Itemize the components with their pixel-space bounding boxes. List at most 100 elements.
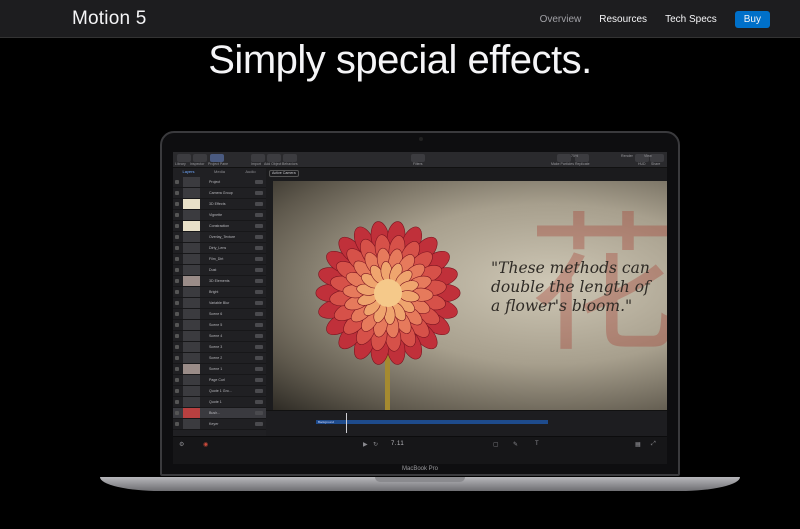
layer-row[interactable]: Dust <box>173 265 266 276</box>
tab-audio[interactable]: Audio <box>235 168 266 176</box>
layer-row[interactable]: Scene 4 <box>173 331 266 342</box>
layer-visibility-checkbox[interactable] <box>175 411 179 415</box>
layer-row[interactable]: Scene 3 <box>173 342 266 353</box>
layer-visibility-checkbox[interactable] <box>175 268 179 272</box>
layer-visibility-checkbox[interactable] <box>175 367 179 371</box>
brand-title[interactable]: Motion 5 <box>72 8 146 30</box>
layer-lock-icon[interactable] <box>255 400 263 404</box>
layer-row[interactable]: Quote 1 Gro... <box>173 386 266 397</box>
layer-row[interactable]: Bright <box>173 287 266 298</box>
layer-row[interactable]: Bush... <box>173 408 266 419</box>
layer-lock-icon[interactable] <box>255 389 263 393</box>
playhead[interactable] <box>346 413 347 433</box>
behaviors-icon[interactable] <box>283 154 297 162</box>
layer-visibility-checkbox[interactable] <box>175 235 179 239</box>
layer-row[interactable]: Vignette <box>173 210 266 221</box>
layer-lock-icon[interactable] <box>255 367 263 371</box>
inspector-icon[interactable] <box>193 154 207 162</box>
layer-visibility-checkbox[interactable] <box>175 246 179 250</box>
view-menu[interactable]: View <box>644 154 652 158</box>
layer-row[interactable]: Page Curl <box>173 375 266 386</box>
layer-visibility-checkbox[interactable] <box>175 191 179 195</box>
layer-lock-icon[interactable] <box>255 323 263 327</box>
record-icon[interactable]: ◉ <box>203 441 208 448</box>
layer-lock-icon[interactable] <box>255 191 263 195</box>
layer-lock-icon[interactable] <box>255 224 263 228</box>
gear-icon[interactable]: ⚙ <box>179 441 184 448</box>
layer-visibility-checkbox[interactable] <box>175 334 179 338</box>
layer-row[interactable]: Scene 1 <box>173 364 266 375</box>
layer-row[interactable]: Project <box>173 177 266 188</box>
layer-lock-icon[interactable] <box>255 334 263 338</box>
layer-lock-icon[interactable] <box>255 268 263 272</box>
zoom-level[interactable]: 75% <box>571 154 578 158</box>
layer-visibility-checkbox[interactable] <box>175 400 179 404</box>
layer-row[interactable]: 3D Effects <box>173 199 266 210</box>
layer-visibility-checkbox[interactable] <box>175 257 179 261</box>
layer-row[interactable]: Overlay_Texture <box>173 232 266 243</box>
text-tool-icon[interactable]: T <box>535 441 539 447</box>
layer-row[interactable]: Film_Dirt <box>173 254 266 265</box>
layer-visibility-checkbox[interactable] <box>175 378 179 382</box>
share-icon[interactable] <box>650 154 664 162</box>
layer-visibility-checkbox[interactable] <box>175 279 179 283</box>
layer-visibility-checkbox[interactable] <box>175 323 179 327</box>
import-icon[interactable] <box>251 154 265 162</box>
layer-row[interactable]: Quote 1 <box>173 397 266 408</box>
layer-row[interactable]: Camera Group <box>173 188 266 199</box>
layer-lock-icon[interactable] <box>255 279 263 283</box>
layer-row[interactable]: Keyer <box>173 419 266 430</box>
layer-lock-icon[interactable] <box>255 180 263 184</box>
layer-visibility-checkbox[interactable] <box>175 312 179 316</box>
layer-visibility-checkbox[interactable] <box>175 224 179 228</box>
library-icon[interactable] <box>177 154 191 162</box>
layer-lock-icon[interactable] <box>255 345 263 349</box>
camera-select[interactable]: Active Camera <box>269 170 299 177</box>
layer-lock-icon[interactable] <box>255 301 263 305</box>
canvas-viewer[interactable]: 花 "These methods can double the length o… <box>273 181 667 410</box>
project-pane-icon[interactable] <box>210 154 224 162</box>
timeline[interactable]: Background <box>266 410 667 436</box>
make-particles-icon[interactable] <box>557 154 571 162</box>
add-object-icon[interactable] <box>267 154 281 162</box>
layer-row[interactable]: Scene 6 <box>173 309 266 320</box>
layer-visibility-checkbox[interactable] <box>175 180 179 184</box>
layer-visibility-checkbox[interactable] <box>175 213 179 217</box>
layer-visibility-checkbox[interactable] <box>175 422 179 426</box>
layer-row[interactable]: Variable Blur <box>173 298 266 309</box>
render-menu[interactable]: Render <box>621 154 633 158</box>
layer-visibility-checkbox[interactable] <box>175 356 179 360</box>
layer-visibility-checkbox[interactable] <box>175 345 179 349</box>
layer-visibility-checkbox[interactable] <box>175 290 179 294</box>
timeline-clip[interactable] <box>316 420 548 424</box>
loop-icon[interactable]: ↻ <box>373 441 378 448</box>
nav-link-tech-specs[interactable]: Tech Specs <box>665 14 717 25</box>
layer-row[interactable]: Scene 5 <box>173 320 266 331</box>
fullscreen-icon[interactable]: ⤢ <box>651 441 656 448</box>
filters-icon[interactable] <box>411 154 425 162</box>
layer-visibility-checkbox[interactable] <box>175 389 179 393</box>
layer-lock-icon[interactable] <box>255 246 263 250</box>
tab-layers[interactable]: Layers <box>173 168 204 176</box>
layer-lock-icon[interactable] <box>255 378 263 382</box>
layer-lock-icon[interactable] <box>255 213 263 217</box>
play-icon[interactable]: ▶ <box>363 441 368 448</box>
layer-lock-icon[interactable] <box>255 312 263 316</box>
layer-lock-icon[interactable] <box>255 356 263 360</box>
layer-row[interactable]: Scene 2 <box>173 353 266 364</box>
layer-lock-icon[interactable] <box>255 235 263 239</box>
layer-row[interactable]: Dirty_Lens <box>173 243 266 254</box>
nav-link-resources[interactable]: Resources <box>599 14 647 25</box>
layer-row[interactable]: 3D Elements <box>173 276 266 287</box>
layer-row[interactable]: Constraction <box>173 221 266 232</box>
layer-visibility-checkbox[interactable] <box>175 301 179 305</box>
grid-icon[interactable]: ▦ <box>635 441 641 448</box>
buy-button[interactable]: Buy <box>734 10 770 28</box>
layer-lock-icon[interactable] <box>255 257 263 261</box>
layer-lock-icon[interactable] <box>255 290 263 294</box>
layer-lock-icon[interactable] <box>255 422 263 426</box>
layer-lock-icon[interactable] <box>255 411 263 415</box>
tab-media[interactable]: Media <box>204 168 235 176</box>
layer-lock-icon[interactable] <box>255 202 263 206</box>
shape-tool-icon[interactable]: ▢ <box>493 441 499 448</box>
